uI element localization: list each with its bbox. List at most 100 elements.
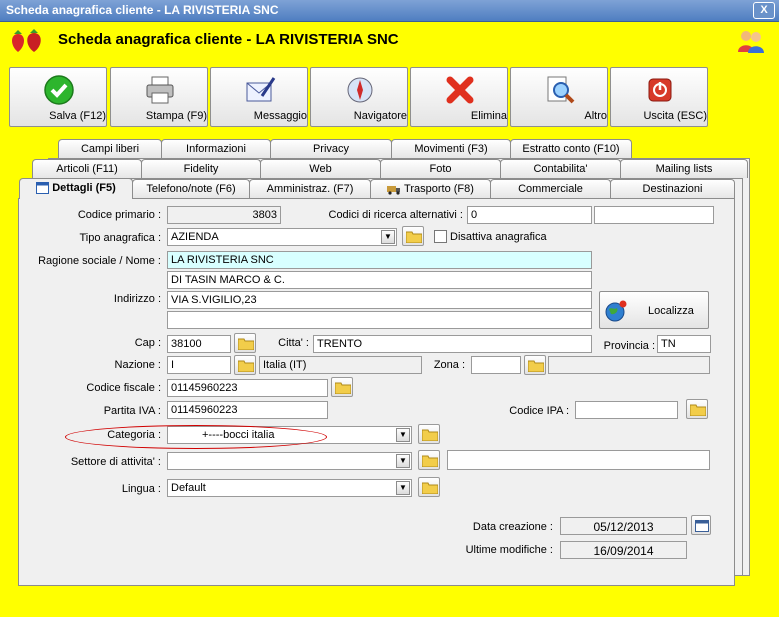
indirizzo-label: Indirizzo : xyxy=(113,293,161,305)
chevron-down-icon[interactable]: ▼ xyxy=(396,428,410,442)
codice-fiscale-field[interactable]: 01145960223 xyxy=(167,379,328,397)
nazione-label: Nazione : xyxy=(114,359,161,371)
truck-icon xyxy=(387,185,401,195)
envelope-icon xyxy=(246,77,276,102)
tab-campi-liberi[interactable]: Campi liberi xyxy=(58,139,162,158)
zona-folder-button[interactable] xyxy=(524,355,546,375)
folder-icon xyxy=(238,360,254,372)
page-title: Scheda anagrafica cliente - LA RIVISTERI… xyxy=(58,31,399,48)
ultime-modifiche-field: 16/09/2014 xyxy=(560,541,687,559)
nazione-folder-button[interactable] xyxy=(234,355,256,375)
codici-ricerca-field-1[interactable]: 0 xyxy=(467,206,592,224)
tab-commerciale[interactable]: Commerciale xyxy=(490,179,611,198)
codici-ricerca-label: Codici di ricerca alternativi : xyxy=(328,209,464,221)
provincia-field[interactable]: TN xyxy=(657,335,711,353)
tab-trasporto[interactable]: Trasporto (F8) xyxy=(370,179,491,198)
magnifier-icon xyxy=(547,76,575,104)
users-icon[interactable] xyxy=(737,28,765,54)
lingua-select[interactable]: Default ▼ xyxy=(167,479,412,497)
window-title: Scheda anagrafica cliente - LA RIVISTERI… xyxy=(6,3,279,17)
folder-icon xyxy=(690,404,706,416)
categoria-select[interactable]: +----bocci italia ▼ xyxy=(167,426,412,444)
check-icon xyxy=(44,75,74,105)
tab-telefono-note[interactable]: Telefono/note (F6) xyxy=(132,179,250,198)
tab-destinazioni[interactable]: Destinazioni xyxy=(610,179,735,198)
folder-icon xyxy=(406,231,422,243)
exit-button[interactable]: Uscita (ESC) xyxy=(610,67,708,127)
tab-informazioni[interactable]: Informazioni xyxy=(161,139,271,158)
window-icon xyxy=(36,182,50,195)
folder-icon xyxy=(238,338,254,350)
header: Scheda anagrafica cliente - LA RIVISTERI… xyxy=(0,22,779,58)
delete-button[interactable]: Elimina xyxy=(410,67,508,127)
indirizzo-field-1[interactable]: VIA S.VIGILIO,23 xyxy=(167,291,592,309)
tab-fidelity[interactable]: Fidelity xyxy=(141,159,261,178)
zona-field[interactable] xyxy=(471,356,521,374)
dettagli-panel: Codice primario : 3803 Codici di ricerca… xyxy=(18,198,735,586)
settore-description[interactable] xyxy=(447,450,710,470)
tipo-anagrafica-select[interactable]: AZIENDA ▼ xyxy=(167,228,397,246)
ultime-modifiche-label: Ultime modifiche : xyxy=(465,544,553,556)
tab-foto[interactable]: Foto xyxy=(380,159,501,178)
indirizzo-field-2[interactable] xyxy=(167,311,592,329)
tab-mailing-lists[interactable]: Mailing lists xyxy=(620,159,748,178)
navigator-button[interactable]: Navigatore xyxy=(310,67,408,127)
disattiva-anagrafica-checkbox[interactable] xyxy=(434,230,447,243)
cap-field[interactable]: 38100 xyxy=(167,335,231,353)
tab-web[interactable]: Web xyxy=(260,159,381,178)
codice-primario-field[interactable]: 3803 xyxy=(167,206,281,224)
citta-field[interactable]: TRENTO xyxy=(313,335,592,353)
ragione-sociale-field-2[interactable]: DI TASIN MARCO & C. xyxy=(167,271,592,289)
zona-description xyxy=(548,356,710,374)
more-button-label: Altro xyxy=(584,110,607,122)
lingua-folder-button[interactable] xyxy=(418,477,440,497)
print-button[interactable]: Stampa (F9) xyxy=(110,67,208,127)
chevron-down-icon[interactable]: ▼ xyxy=(396,481,410,495)
tab-trasporto-label: Trasporto (F8) xyxy=(404,183,474,195)
codice-fiscale-folder-button[interactable] xyxy=(331,377,353,397)
codice-ipa-field[interactable] xyxy=(575,401,678,419)
codice-ipa-label: Codice IPA : xyxy=(509,405,569,417)
tab-movimenti[interactable]: Movimenti (F3) xyxy=(391,139,511,158)
tipo-anagrafica-label: Tipo anagrafica : xyxy=(79,232,161,244)
folder-icon xyxy=(422,455,438,467)
message-button[interactable]: Messaggio xyxy=(210,67,308,127)
exit-button-label: Uscita (ESC) xyxy=(643,110,707,122)
folder-icon xyxy=(528,360,544,372)
tab-dettagli[interactable]: Dettagli (F5) xyxy=(19,178,133,199)
settore-select[interactable]: ▼ xyxy=(167,452,412,470)
localizza-button[interactable]: Localizza xyxy=(599,291,709,329)
tab-estratto-conto[interactable]: Estratto conto (F10) xyxy=(510,139,632,158)
citta-label: Citta' : xyxy=(278,337,309,349)
codice-ipa-folder-button[interactable] xyxy=(686,399,708,419)
globe-icon xyxy=(605,300,627,322)
close-button[interactable]: X xyxy=(753,2,775,19)
tab-contabilita[interactable]: Contabilita' xyxy=(500,159,621,178)
nazione-field[interactable]: I xyxy=(167,356,231,374)
tab-dettagli-label: Dettagli (F5) xyxy=(52,182,116,194)
tab-amministrazione[interactable]: Amministraz. (F7) xyxy=(249,179,371,198)
calendar-icon xyxy=(695,520,709,532)
more-button[interactable]: Altro xyxy=(510,67,608,127)
categoria-value: +----bocci italia xyxy=(202,429,275,441)
cap-folder-button[interactable] xyxy=(234,333,256,353)
categoria-folder-button[interactable] xyxy=(418,424,440,444)
chevron-down-icon[interactable]: ▼ xyxy=(381,230,395,244)
tab-privacy[interactable]: Privacy xyxy=(270,139,392,158)
folder-icon xyxy=(422,429,438,441)
printer-icon xyxy=(146,76,174,104)
tab-articoli[interactable]: Articoli (F11) xyxy=(32,159,142,178)
codici-ricerca-field-2[interactable] xyxy=(594,206,714,224)
tipo-anagrafica-folder-button[interactable] xyxy=(402,226,424,246)
compass-icon xyxy=(347,77,373,103)
partita-iva-field[interactable]: 01145960223 xyxy=(167,401,328,419)
settore-folder-button[interactable] xyxy=(418,450,440,470)
chevron-down-icon[interactable]: ▼ xyxy=(396,454,410,468)
localizza-label: Localizza xyxy=(648,305,694,317)
calendar-button[interactable] xyxy=(691,515,711,535)
codice-fiscale-label: Codice fiscale : xyxy=(86,382,161,394)
codice-primario-label: Codice primario : xyxy=(77,209,161,221)
save-button[interactable]: Salva (F12) xyxy=(9,67,107,127)
zona-label: Zona : xyxy=(433,359,465,371)
ragione-sociale-field-1[interactable]: LA RIVISTERIA SNC xyxy=(167,251,592,269)
